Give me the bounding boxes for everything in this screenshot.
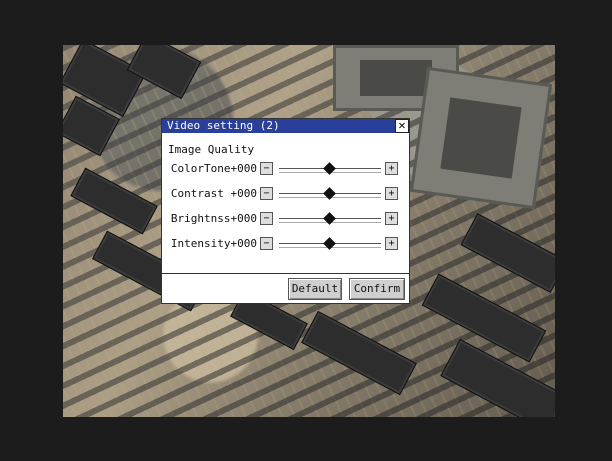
contrast-slider-thumb[interactable] <box>323 187 336 200</box>
brightness-decrease-button[interactable]: − <box>260 212 273 225</box>
close-icon[interactable]: ✕ <box>395 119 409 133</box>
default-button[interactable]: Default <box>288 278 342 300</box>
contrast-increase-button[interactable]: + <box>385 187 398 200</box>
image-quality-label: Image Quality <box>168 143 255 156</box>
dialog-title: Video setting (2) <box>167 119 280 132</box>
intensity-slider-thumb[interactable] <box>323 237 336 250</box>
brightness-increase-button[interactable]: + <box>385 212 398 225</box>
circuit-chip <box>126 45 202 100</box>
colortone-slider-thumb[interactable] <box>323 162 336 175</box>
dialog-titlebar[interactable]: Video setting (2) ✕ <box>162 119 409 133</box>
contrast-decrease-button[interactable]: − <box>260 187 273 200</box>
colortone-decrease-button[interactable]: − <box>260 162 273 175</box>
contrast-slider-track[interactable] <box>279 187 381 200</box>
intensity-increase-button[interactable]: + <box>385 237 398 250</box>
processor-chip <box>409 66 553 210</box>
intensity-row: Intensity+000 − + <box>162 235 409 253</box>
brightness-slider-track[interactable] <box>279 212 381 225</box>
dialog-divider <box>162 273 409 274</box>
circuit-chip <box>460 213 555 293</box>
colortone-slider-track[interactable] <box>279 162 381 175</box>
circuit-chip <box>70 167 158 235</box>
colortone-label: ColorTone+000 <box>170 162 257 175</box>
video-setting-dialog: Video setting (2) ✕ Image Quality ColorT… <box>161 118 410 304</box>
brightness-row: Brightnss+000 − + <box>162 210 409 228</box>
brightness-label: Brightnss+000 <box>170 212 257 225</box>
colortone-row: ColorTone+000 − + <box>162 160 409 178</box>
intensity-decrease-button[interactable]: − <box>260 237 273 250</box>
contrast-label: Contrast +000 <box>170 187 257 200</box>
circuit-chip <box>301 310 417 396</box>
colortone-increase-button[interactable]: + <box>385 162 398 175</box>
brightness-slider-thumb[interactable] <box>323 212 336 225</box>
intensity-slider-track[interactable] <box>279 237 381 250</box>
confirm-button[interactable]: Confirm <box>349 278 405 300</box>
circuit-chip <box>440 338 555 417</box>
contrast-row: Contrast +000 − + <box>162 185 409 203</box>
circuit-chip <box>421 273 547 363</box>
intensity-label: Intensity+000 <box>170 237 257 250</box>
